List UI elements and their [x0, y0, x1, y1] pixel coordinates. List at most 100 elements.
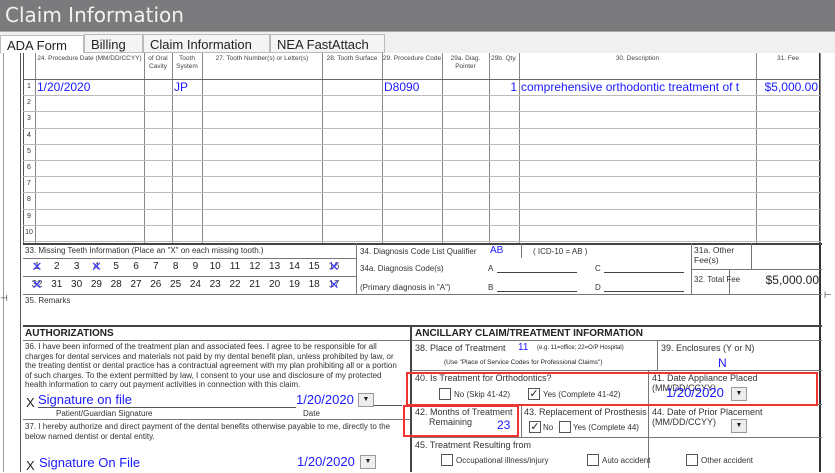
place-of-treatment-value[interactable]: 11: [518, 342, 528, 353]
tooth-16[interactable]: 16 ✕: [326, 259, 342, 274]
tooth-29[interactable]: 29: [88, 279, 104, 290]
cell-desc[interactable]: [521, 112, 754, 128]
cell-surface[interactable]: [324, 112, 380, 128]
cell-surface[interactable]: [324, 96, 380, 112]
tooth-13[interactable]: 13: [267, 261, 283, 272]
cell-desc[interactable]: [521, 161, 754, 177]
cell-fee[interactable]: [758, 210, 818, 226]
cell-qty[interactable]: [491, 226, 517, 242]
cell-date[interactable]: [37, 96, 142, 112]
enclosures-value[interactable]: N: [718, 356, 727, 370]
diagnosis-qualifier-value[interactable]: AB: [490, 245, 503, 256]
cell-date[interactable]: [37, 145, 142, 161]
tooth-2[interactable]: 2: [49, 261, 65, 272]
cell-pointer[interactable]: [444, 161, 487, 177]
auto-accident-checkbox[interactable]: [587, 454, 599, 466]
cell-qty[interactable]: [491, 112, 517, 128]
tooth-31[interactable]: 31: [49, 279, 65, 290]
occupational-checkbox[interactable]: [441, 454, 453, 466]
cell-surface[interactable]: [324, 210, 380, 226]
diag-b-field[interactable]: [497, 291, 577, 292]
cell-pointer[interactable]: [444, 80, 487, 96]
cell-date[interactable]: 1/20/2020: [37, 80, 142, 96]
cell-desc[interactable]: [521, 129, 754, 145]
tab-claim-information[interactable]: Claim Information: [143, 34, 270, 53]
cell-qty[interactable]: [491, 177, 517, 193]
splitter-handle-right[interactable]: ⊢: [824, 290, 832, 301]
tooth-22[interactable]: 22: [227, 279, 243, 290]
cell-pointer[interactable]: [444, 210, 487, 226]
cell-desc[interactable]: [521, 96, 754, 112]
cell-qty[interactable]: [491, 210, 517, 226]
date-37-dropdown-button[interactable]: ▼: [360, 455, 376, 469]
cell-tooth[interactable]: [204, 145, 320, 161]
cell-system[interactable]: [174, 145, 200, 161]
cell-oral[interactable]: [146, 193, 170, 209]
tooth-12[interactable]: 12: [247, 261, 263, 272]
cell-system[interactable]: [174, 129, 200, 145]
tooth-3[interactable]: 3: [69, 261, 85, 272]
cell-surface[interactable]: [324, 145, 380, 161]
cell-desc[interactable]: [521, 210, 754, 226]
cell-desc[interactable]: comprehensive orthodontic treatment of t: [521, 80, 754, 96]
cell-qty[interactable]: [491, 96, 517, 112]
cell-surface[interactable]: [324, 226, 380, 242]
diag-d-field[interactable]: [604, 291, 684, 292]
cell-pointer[interactable]: [444, 145, 487, 161]
patient-signature-field[interactable]: Signature on file: [38, 392, 296, 408]
cell-fee[interactable]: [758, 161, 818, 177]
cell-qty[interactable]: [491, 161, 517, 177]
tooth-15[interactable]: 15: [306, 261, 322, 272]
other-accident-checkbox[interactable]: [686, 454, 698, 466]
prosthesis-yes-checkbox[interactable]: [559, 421, 571, 433]
tooth-9[interactable]: 9: [187, 261, 203, 272]
cell-pointer[interactable]: [444, 226, 487, 242]
cell-system[interactable]: [174, 96, 200, 112]
cell-system[interactable]: JP: [174, 80, 200, 96]
tooth-32[interactable]: 32 ✕: [29, 277, 45, 292]
cell-date[interactable]: [37, 129, 142, 145]
cell-tooth[interactable]: [204, 161, 320, 177]
tooth-6[interactable]: 6: [128, 261, 144, 272]
cell-system[interactable]: [174, 112, 200, 128]
cell-oral[interactable]: [146, 210, 170, 226]
tooth-23[interactable]: 23: [207, 279, 223, 290]
cell-tooth[interactable]: [204, 80, 320, 96]
cell-date[interactable]: [37, 193, 142, 209]
cell-tooth[interactable]: [204, 129, 320, 145]
cell-tooth[interactable]: [204, 193, 320, 209]
cell-pointer[interactable]: [444, 96, 487, 112]
cell-system[interactable]: [174, 210, 200, 226]
cell-date[interactable]: [37, 210, 142, 226]
cell-code[interactable]: [384, 112, 440, 128]
splitter-handle-left[interactable]: ⊣: [0, 293, 8, 304]
cell-qty[interactable]: 1: [491, 80, 517, 96]
cell-oral[interactable]: [146, 226, 170, 242]
cell-qty[interactable]: [491, 145, 517, 161]
cell-surface[interactable]: [324, 80, 380, 96]
cell-code[interactable]: D8090: [384, 80, 440, 96]
signature-date-36[interactable]: 1/20/2020: [296, 392, 354, 407]
cell-oral[interactable]: [146, 129, 170, 145]
cell-date[interactable]: [37, 161, 142, 177]
cell-surface[interactable]: [324, 193, 380, 209]
cell-desc[interactable]: [521, 226, 754, 242]
cell-desc[interactable]: [521, 177, 754, 193]
tab-billing[interactable]: Billing: [84, 34, 143, 53]
tooth-30[interactable]: 30: [69, 279, 85, 290]
cell-fee[interactable]: [758, 226, 818, 242]
cell-fee[interactable]: [758, 96, 818, 112]
cell-fee[interactable]: $5,000.00: [758, 80, 818, 96]
tooth-27[interactable]: 27: [128, 279, 144, 290]
cell-code[interactable]: [384, 161, 440, 177]
signature-date-37[interactable]: 1/20/2020: [297, 454, 355, 469]
cell-oral[interactable]: [146, 96, 170, 112]
cell-oral[interactable]: [146, 112, 170, 128]
tooth-20[interactable]: 20: [267, 279, 283, 290]
cell-pointer[interactable]: [444, 177, 487, 193]
cell-code[interactable]: [384, 210, 440, 226]
date-36-dropdown-button[interactable]: ▼: [358, 393, 374, 407]
cell-oral[interactable]: [146, 177, 170, 193]
cell-tooth[interactable]: [204, 96, 320, 112]
cell-code[interactable]: [384, 193, 440, 209]
